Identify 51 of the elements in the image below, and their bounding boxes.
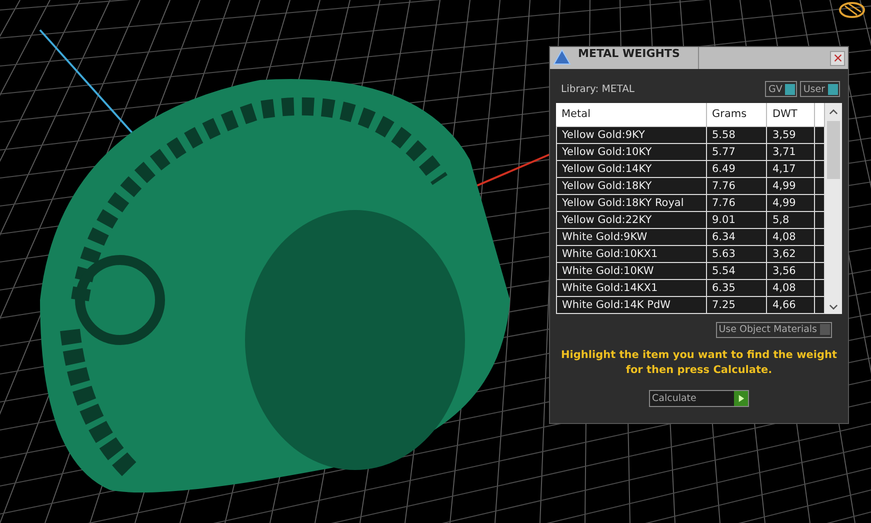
table-cell[interactable]: 5.77 bbox=[706, 143, 767, 160]
toggle-button[interactable]: GV bbox=[765, 81, 798, 97]
table-cell[interactable]: White Gold:9KW bbox=[556, 228, 706, 245]
table-cell[interactable]: Yellow Gold:18KY Royal bbox=[556, 194, 706, 211]
table-cell[interactable]: 9.01 bbox=[706, 211, 767, 228]
table-cell[interactable]: 4,66 bbox=[766, 296, 815, 313]
table-cell[interactable]: White Gold:14KX1 bbox=[556, 279, 706, 296]
table-cell[interactable]: Yellow Gold:22KY bbox=[556, 211, 706, 228]
library-label: Library: METAL bbox=[561, 84, 634, 94]
scrollbar[interactable] bbox=[825, 103, 842, 314]
table-cell[interactable]: 3,59 bbox=[766, 126, 815, 143]
close-icon bbox=[834, 54, 842, 62]
instruction-text: Highlight the item you want to find the weight for then press Calculate. bbox=[560, 348, 838, 378]
table-cell[interactable]: 5.63 bbox=[706, 245, 767, 262]
table-cell[interactable]: Yellow Gold:18KY bbox=[556, 177, 706, 194]
table-cell[interactable]: 6.34 bbox=[706, 228, 767, 245]
play-icon bbox=[738, 394, 744, 402]
table-cell[interactable]: 6.35 bbox=[706, 279, 767, 296]
table-cell[interactable]: 4,08 bbox=[766, 228, 815, 245]
table-cell[interactable]: 4,17 bbox=[766, 160, 815, 177]
column-header[interactable]: Grams bbox=[706, 103, 767, 126]
table-cell[interactable]: 6.49 bbox=[706, 160, 767, 177]
table-cell[interactable]: 3,56 bbox=[766, 262, 815, 279]
calculate-button[interactable]: Calculate bbox=[649, 390, 749, 406]
column-header[interactable]: DWT bbox=[766, 103, 815, 126]
scroll-down-icon bbox=[829, 304, 838, 310]
ring-logo-icon bbox=[837, 0, 867, 20]
table-cell[interactable]: White Gold:14K PdW bbox=[556, 296, 706, 313]
toggle-button[interactable]: User bbox=[800, 81, 840, 97]
use-object-materials-toggle[interactable]: Use Object Materials bbox=[716, 322, 832, 338]
table-cell[interactable]: 4,99 bbox=[766, 194, 815, 211]
table-cell[interactable]: Yellow Gold:10KY bbox=[556, 143, 706, 160]
table-cell[interactable]: Yellow Gold:9KY bbox=[556, 126, 706, 143]
scroll-up-icon bbox=[829, 109, 838, 115]
table-cell[interactable]: 3,62 bbox=[766, 245, 815, 262]
scroll-thumb[interactable] bbox=[827, 121, 840, 179]
table-cell[interactable]: White Gold:10KX1 bbox=[556, 245, 706, 262]
close-button[interactable] bbox=[830, 50, 845, 66]
table-cell[interactable]: 4,08 bbox=[766, 279, 815, 296]
table-cell[interactable]: Yellow Gold:14KY bbox=[556, 160, 706, 177]
table-cell[interactable]: White Gold:10KW bbox=[556, 262, 706, 279]
table-cell[interactable]: 5.58 bbox=[706, 126, 767, 143]
table-cell[interactable]: 7.25 bbox=[706, 296, 767, 313]
column-header[interactable]: Metal bbox=[556, 103, 706, 126]
table-cell[interactable]: 5.54 bbox=[706, 262, 767, 279]
table-cell[interactable]: 3,71 bbox=[766, 143, 815, 160]
table-cell[interactable]: 4,99 bbox=[766, 177, 815, 194]
window-title: METAL WEIGHTS bbox=[578, 47, 699, 69]
table-cell[interactable]: 7.76 bbox=[706, 194, 767, 211]
table-cell[interactable]: 5,8 bbox=[766, 211, 815, 228]
table-cell[interactable]: 7.76 bbox=[706, 177, 767, 194]
